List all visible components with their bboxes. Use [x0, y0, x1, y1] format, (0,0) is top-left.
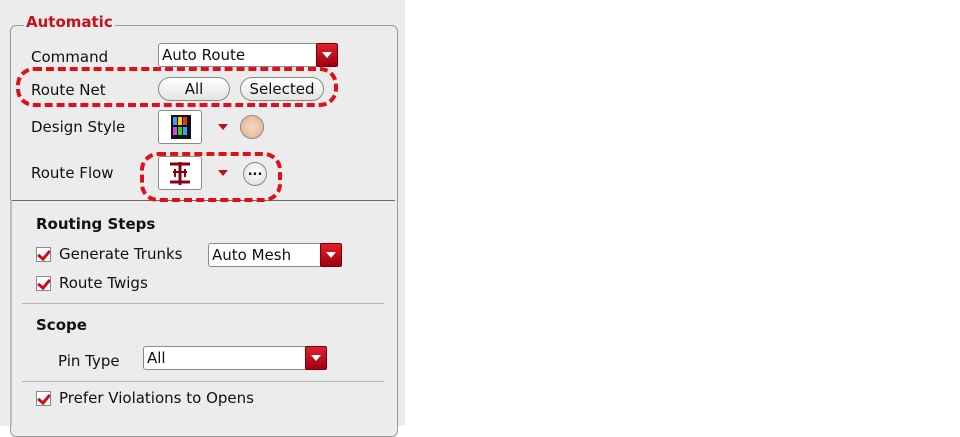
scope-title: Scope [36, 316, 87, 334]
generate-trunks-label: Generate Trunks [59, 245, 183, 263]
automatic-group-title: Automatic [24, 13, 115, 31]
route-net-label: Route Net [31, 81, 106, 99]
divider [22, 381, 384, 382]
route-net-all-button[interactable]: All [158, 77, 230, 101]
command-value: Auto Route [162, 46, 246, 64]
chevron-down-icon[interactable] [305, 346, 327, 370]
trunk-mode-dropdown[interactable]: Auto Mesh [208, 243, 342, 267]
pin-type-dropdown[interactable]: All [143, 346, 327, 370]
design-style-icon [171, 115, 191, 139]
design-style-arrow-icon[interactable] [215, 110, 229, 144]
route-net-selected-button[interactable]: Selected [240, 77, 324, 101]
section-left-border [10, 200, 12, 426]
pin-type-label: Pin Type [58, 352, 120, 370]
automatic-panel: Automatic Command Auto Route Route Net A… [0, 0, 405, 437]
divider [22, 303, 384, 304]
chevron-down-icon[interactable] [316, 43, 338, 67]
generate-trunks-checkbox[interactable] [36, 247, 51, 262]
command-label: Command [31, 48, 109, 66]
route-twigs-label: Route Twigs [59, 274, 148, 292]
design-style-refresh-icon[interactable] [240, 115, 264, 139]
route-flow-arrow-icon[interactable] [215, 156, 229, 190]
route-flow-more-button[interactable]: ... [243, 162, 267, 186]
route-flow-label: Route Flow [31, 164, 114, 182]
route-flow-button[interactable] [158, 156, 202, 190]
section-border [11, 200, 395, 201]
routing-steps-title: Routing Steps [36, 215, 156, 233]
command-dropdown[interactable]: Auto Route [158, 43, 338, 67]
prefer-violations-checkbox[interactable] [36, 391, 51, 406]
route-flow-icon [170, 162, 190, 185]
route-twigs-checkbox[interactable] [36, 276, 51, 291]
design-style-label: Design Style [31, 118, 126, 136]
design-style-button[interactable] [158, 110, 202, 144]
pin-type-value: All [147, 349, 166, 367]
trunk-mode-value: Auto Mesh [212, 246, 292, 264]
prefer-violations-label: Prefer Violations to Opens [59, 389, 254, 407]
chevron-down-icon[interactable] [320, 243, 342, 267]
